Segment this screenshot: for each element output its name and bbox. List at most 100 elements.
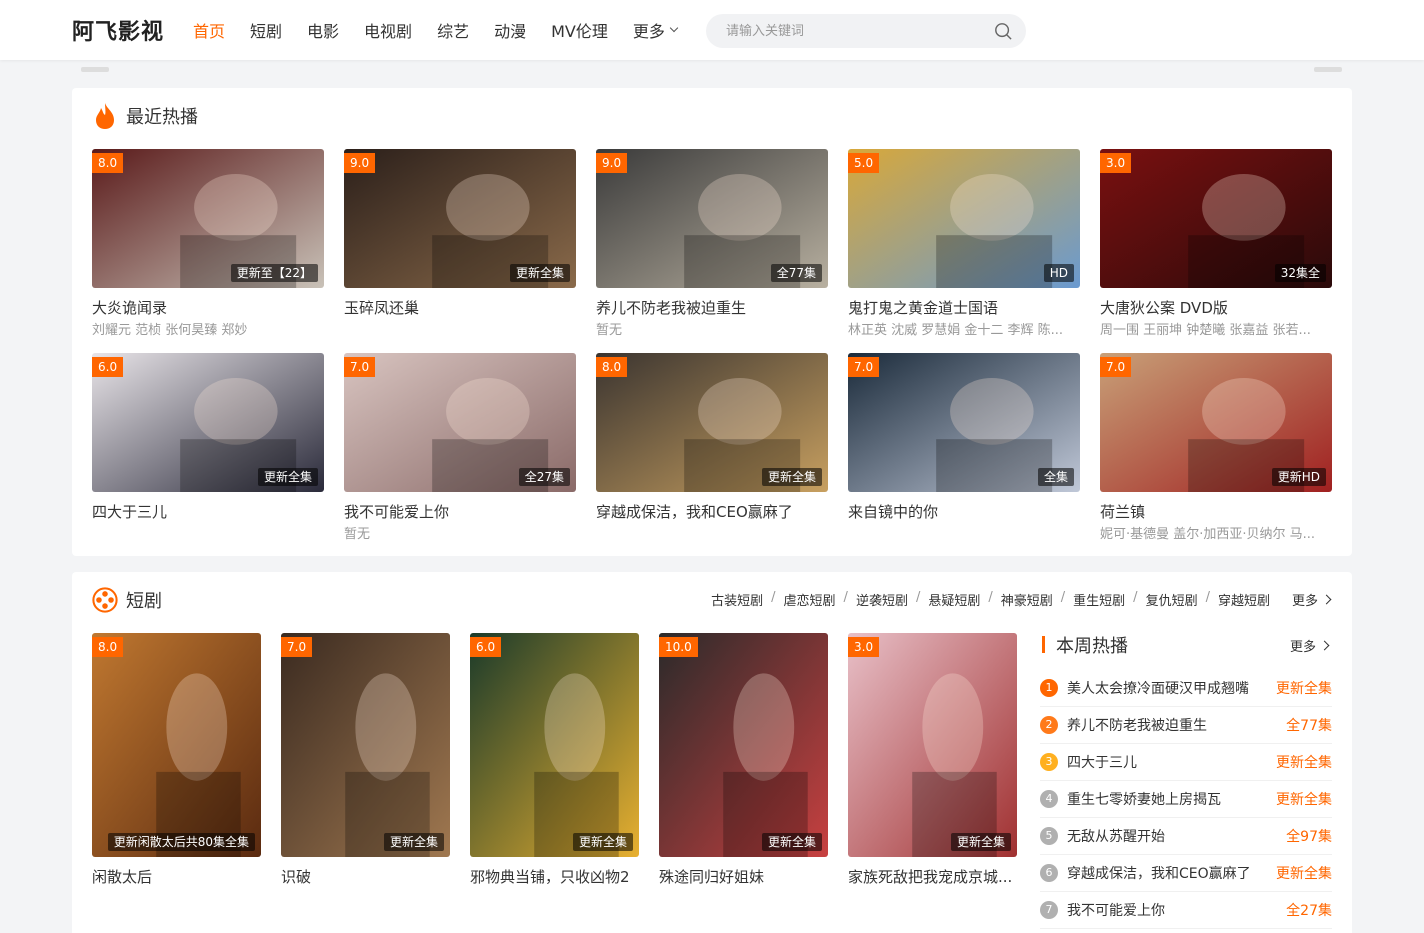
ranking-item-title[interactable]: 无敌从苏醒开始 bbox=[1067, 826, 1165, 846]
video-card[interactable]: 7.0 全27集 我不可能爱上你 暂无 bbox=[344, 353, 576, 544]
video-title[interactable]: 大炎诡闻录 bbox=[92, 298, 324, 318]
video-card[interactable]: 8.0 更新至【22】 大炎诡闻录 刘耀元 范桢 张何昊臻 郑妙 bbox=[92, 149, 324, 340]
short-drama-card[interactable]: 8.0 更新闲散太后共80集全集 闲散太后 bbox=[92, 633, 261, 887]
poster-image[interactable]: 7.0 更新全集 bbox=[281, 633, 450, 857]
video-title[interactable]: 四大于三儿 bbox=[92, 502, 324, 522]
poster-image[interactable]: 8.0 更新闲散太后共80集全集 bbox=[92, 633, 261, 857]
short-drama-card[interactable]: 10.0 更新全集 殊途同归好姐妹 bbox=[659, 633, 828, 887]
score-badge: 8.0 bbox=[92, 153, 124, 173]
ranking-item[interactable]: 5 无敌从苏醒开始 全97集 bbox=[1040, 818, 1332, 855]
ranking-header: 本周热播 更多 bbox=[1040, 632, 1332, 658]
video-card[interactable]: 6.0 更新全集 四大于三儿 bbox=[92, 353, 324, 522]
video-title[interactable]: 邪物典当铺，只收凶物2 bbox=[470, 867, 639, 887]
short-section-title: 短剧 bbox=[126, 591, 162, 612]
ranking-item[interactable]: 3 四大于三儿 更新全集 bbox=[1040, 744, 1332, 781]
site-logo[interactable]: 阿飞影视 bbox=[72, 14, 164, 46]
video-title[interactable]: 我不可能爱上你 bbox=[344, 502, 576, 522]
ranking-item-status: 更新全集 bbox=[1276, 755, 1332, 771]
video-card[interactable]: 9.0 更新全集 玉碎凤还巢 bbox=[344, 149, 576, 318]
nav-item-movie[interactable]: 电影 bbox=[307, 18, 339, 42]
nav-item-anime[interactable]: 动漫 bbox=[494, 18, 526, 42]
ranking-item-status: 更新全集 bbox=[1276, 681, 1332, 697]
video-title[interactable]: 大唐狄公案 DVD版 bbox=[1100, 298, 1332, 318]
poster-image[interactable]: 8.0 更新至【22】 bbox=[92, 149, 324, 288]
video-title[interactable]: 闲散太后 bbox=[92, 867, 261, 887]
category-tag[interactable]: 古装短剧 bbox=[711, 590, 763, 609]
ranking-item[interactable]: 4 重生七零娇妻她上房揭瓦 更新全集 bbox=[1040, 781, 1332, 818]
video-title[interactable]: 识破 bbox=[281, 867, 450, 887]
nav-item-tv[interactable]: 电视剧 bbox=[364, 18, 412, 42]
video-title[interactable]: 来自镜中的你 bbox=[848, 502, 1080, 522]
search-icon[interactable] bbox=[994, 22, 1012, 40]
video-card[interactable]: 7.0 全集 来自镜中的你 bbox=[848, 353, 1080, 522]
category-tag[interactable]: 复仇短剧 bbox=[1146, 590, 1198, 609]
ranking-item-title[interactable]: 穿越成保洁，我和CEO赢麻了 bbox=[1067, 863, 1251, 883]
poster-image[interactable]: 8.0 更新全集 bbox=[596, 353, 828, 492]
ranking-more-label: 更多 bbox=[1289, 640, 1316, 655]
search-input[interactable] bbox=[726, 14, 976, 48]
chevron-right-icon bbox=[1321, 594, 1332, 605]
nav-more-label: 更多 bbox=[632, 22, 665, 41]
ranking-item[interactable]: 1 美人太会撩冷面硬汉甲成翘嘴 更新全集 bbox=[1040, 670, 1332, 707]
ranking-item[interactable]: 6 穿越成保洁，我和CEO赢麻了 更新全集 bbox=[1040, 855, 1332, 892]
short-drama-card[interactable]: 3.0 更新全集 家族死敌把我宠成京城... bbox=[848, 633, 1017, 887]
ranking-item-title[interactable]: 美人太会撩冷面硬汉甲成翘嘴 bbox=[1067, 678, 1249, 698]
category-tag[interactable]: 虐恋短剧 bbox=[784, 590, 836, 609]
video-card[interactable]: 7.0 更新HD 荷兰镇 妮可·基德曼 盖尔·加西亚·贝纳尔 马... bbox=[1100, 353, 1332, 544]
ranking-item-title[interactable]: 四大于三儿 bbox=[1067, 752, 1137, 772]
nav-item-mv[interactable]: MV伦理 bbox=[551, 18, 608, 42]
video-card[interactable]: 5.0 HD 鬼打鬼之黄金道士国语林正英 沈威 罗慧娟 金十二 李辉 陈... bbox=[848, 149, 1080, 340]
poster-image[interactable]: 3.0 更新全集 bbox=[848, 633, 1017, 857]
video-title[interactable]: 鬼打鬼之黄金道士国语 bbox=[848, 298, 1080, 318]
ranking-more-link[interactable]: 更多 bbox=[1289, 636, 1330, 655]
nav-item-variety[interactable]: 综艺 bbox=[437, 18, 469, 42]
nav-item-more[interactable]: 更多 bbox=[632, 18, 679, 42]
video-title[interactable]: 殊途同归好姐妹 bbox=[659, 867, 828, 887]
weekly-hot-ranking: 本周热播 更多 1 美人太会撩冷面硬汉甲成翘嘴 更新全集 2 养儿不防老我被迫重… bbox=[1040, 632, 1332, 929]
short-drama-card[interactable]: 6.0 更新全集 邪物典当铺，只收凶物2 bbox=[470, 633, 639, 887]
video-actors: 暂无 bbox=[596, 323, 623, 338]
video-title[interactable]: 养儿不防老我被迫重生 bbox=[596, 298, 828, 318]
score-badge: 7.0 bbox=[848, 357, 880, 377]
poster-image[interactable]: 7.0 更新HD bbox=[1100, 353, 1332, 492]
poster-image[interactable]: 10.0 更新全集 bbox=[659, 633, 828, 857]
category-tag[interactable]: 神豪短剧 bbox=[1001, 590, 1053, 609]
episode-status-badge: 32集全 bbox=[1274, 264, 1326, 282]
poster-image[interactable]: 5.0 HD bbox=[848, 149, 1080, 288]
ranking-item[interactable]: 7 我不可能爱上你 全27集 bbox=[1040, 892, 1332, 929]
poster-image[interactable]: 9.0 更新全集 bbox=[344, 149, 576, 288]
score-badge: 7.0 bbox=[1100, 357, 1132, 377]
video-card[interactable]: 8.0 更新全集 穿越成保洁，我和CEO赢麻了 bbox=[596, 353, 828, 522]
video-title[interactable]: 荷兰镇 bbox=[1100, 502, 1332, 522]
category-tag[interactable]: 穿越短剧 bbox=[1218, 590, 1270, 609]
score-badge: 5.0 bbox=[848, 153, 880, 173]
category-tag[interactable]: 悬疑短剧 bbox=[928, 590, 980, 609]
poster-image[interactable]: 7.0 全集 bbox=[848, 353, 1080, 492]
poster-artwork bbox=[659, 633, 828, 857]
video-title[interactable]: 玉碎凤还巢 bbox=[344, 298, 576, 318]
tag-separator: / bbox=[1060, 590, 1066, 605]
poster-image[interactable]: 9.0 全77集 bbox=[596, 149, 828, 288]
video-card[interactable]: 3.0 32集全 大唐狄公案 DVD版 周一围 王丽坤 钟楚曦 张嘉益 张若... bbox=[1100, 149, 1332, 340]
short-drama-card[interactable]: 7.0 更新全集 识破 bbox=[281, 633, 450, 887]
short-more-link[interactable]: 更多 bbox=[1292, 590, 1332, 609]
video-actors: 林正英 沈威 罗慧娟 金十二 李辉 陈... bbox=[848, 323, 1064, 338]
ranking-item[interactable]: 2 养儿不防老我被迫重生 全77集 bbox=[1040, 707, 1332, 744]
poster-image[interactable]: 6.0 更新全集 bbox=[92, 353, 324, 492]
category-tag[interactable]: 逆袭短剧 bbox=[856, 590, 908, 609]
scroll-indicator-right bbox=[1314, 67, 1342, 72]
nav-item-home[interactable]: 首页 bbox=[193, 18, 225, 42]
nav-item-short[interactable]: 短剧 bbox=[250, 18, 282, 42]
ranking-item-title[interactable]: 养儿不防老我被迫重生 bbox=[1067, 715, 1207, 735]
poster-image[interactable]: 7.0 全27集 bbox=[344, 353, 576, 492]
video-title[interactable]: 家族死敌把我宠成京城... bbox=[848, 867, 1017, 887]
ranking-item-title[interactable]: 我不可能爱上你 bbox=[1067, 900, 1165, 920]
poster-image[interactable]: 3.0 32集全 bbox=[1100, 149, 1332, 288]
video-title[interactable]: 穿越成保洁，我和CEO赢麻了 bbox=[596, 502, 828, 522]
poster-image[interactable]: 6.0 更新全集 bbox=[470, 633, 639, 857]
hot-section-header: 最近热播 bbox=[92, 102, 198, 130]
episode-status-badge: 更新全集 bbox=[761, 468, 822, 486]
category-tag[interactable]: 重生短剧 bbox=[1073, 590, 1125, 609]
ranking-item-title[interactable]: 重生七零娇妻她上房揭瓦 bbox=[1067, 789, 1221, 809]
video-card[interactable]: 9.0 全77集 养儿不防老我被迫重生暂无 bbox=[596, 149, 828, 340]
